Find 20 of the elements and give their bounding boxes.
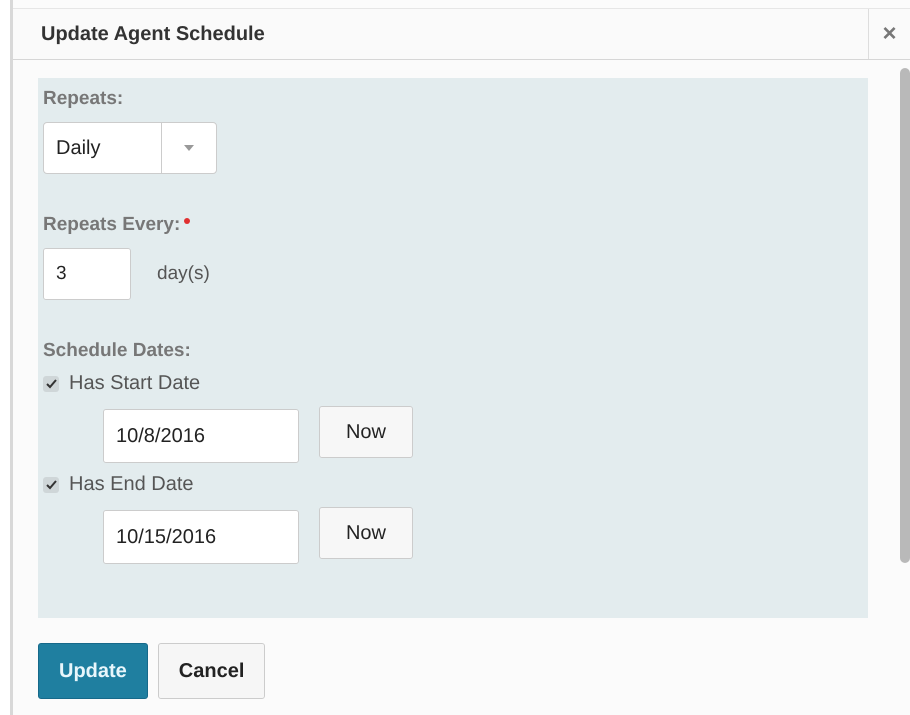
repeats-dropdown[interactable]: Daily	[43, 122, 217, 174]
checkbox-label: Has End Date	[69, 473, 194, 496]
field-label: Schedule Dates:	[43, 340, 191, 361]
now-button[interactable]: Now	[319, 507, 413, 559]
date-field[interactable]: 10/15/2016	[103, 510, 299, 564]
cancel-button[interactable]: Cancel	[158, 643, 266, 699]
checkbox-label: Has Start Date	[69, 372, 200, 395]
caret-icon	[184, 145, 194, 151]
field-label: Repeats Every:	[43, 214, 180, 235]
dialog-title: Update Agent Schedule	[40, 22, 266, 46]
scrollbar-thumb[interactable]	[900, 68, 910, 563]
checkbox[interactable]	[43, 476, 59, 492]
date-field[interactable]: 10/8/2016	[103, 409, 299, 463]
close-button[interactable]: ×	[868, 9, 910, 59]
checkbox[interactable]	[43, 376, 59, 392]
unit-label: day(s)	[157, 263, 210, 285]
now-button[interactable]: Now	[319, 406, 413, 458]
update-button[interactable]: Update	[38, 643, 148, 699]
number-field[interactable]: 3	[43, 248, 131, 300]
field-label: Repeats:	[43, 88, 124, 109]
